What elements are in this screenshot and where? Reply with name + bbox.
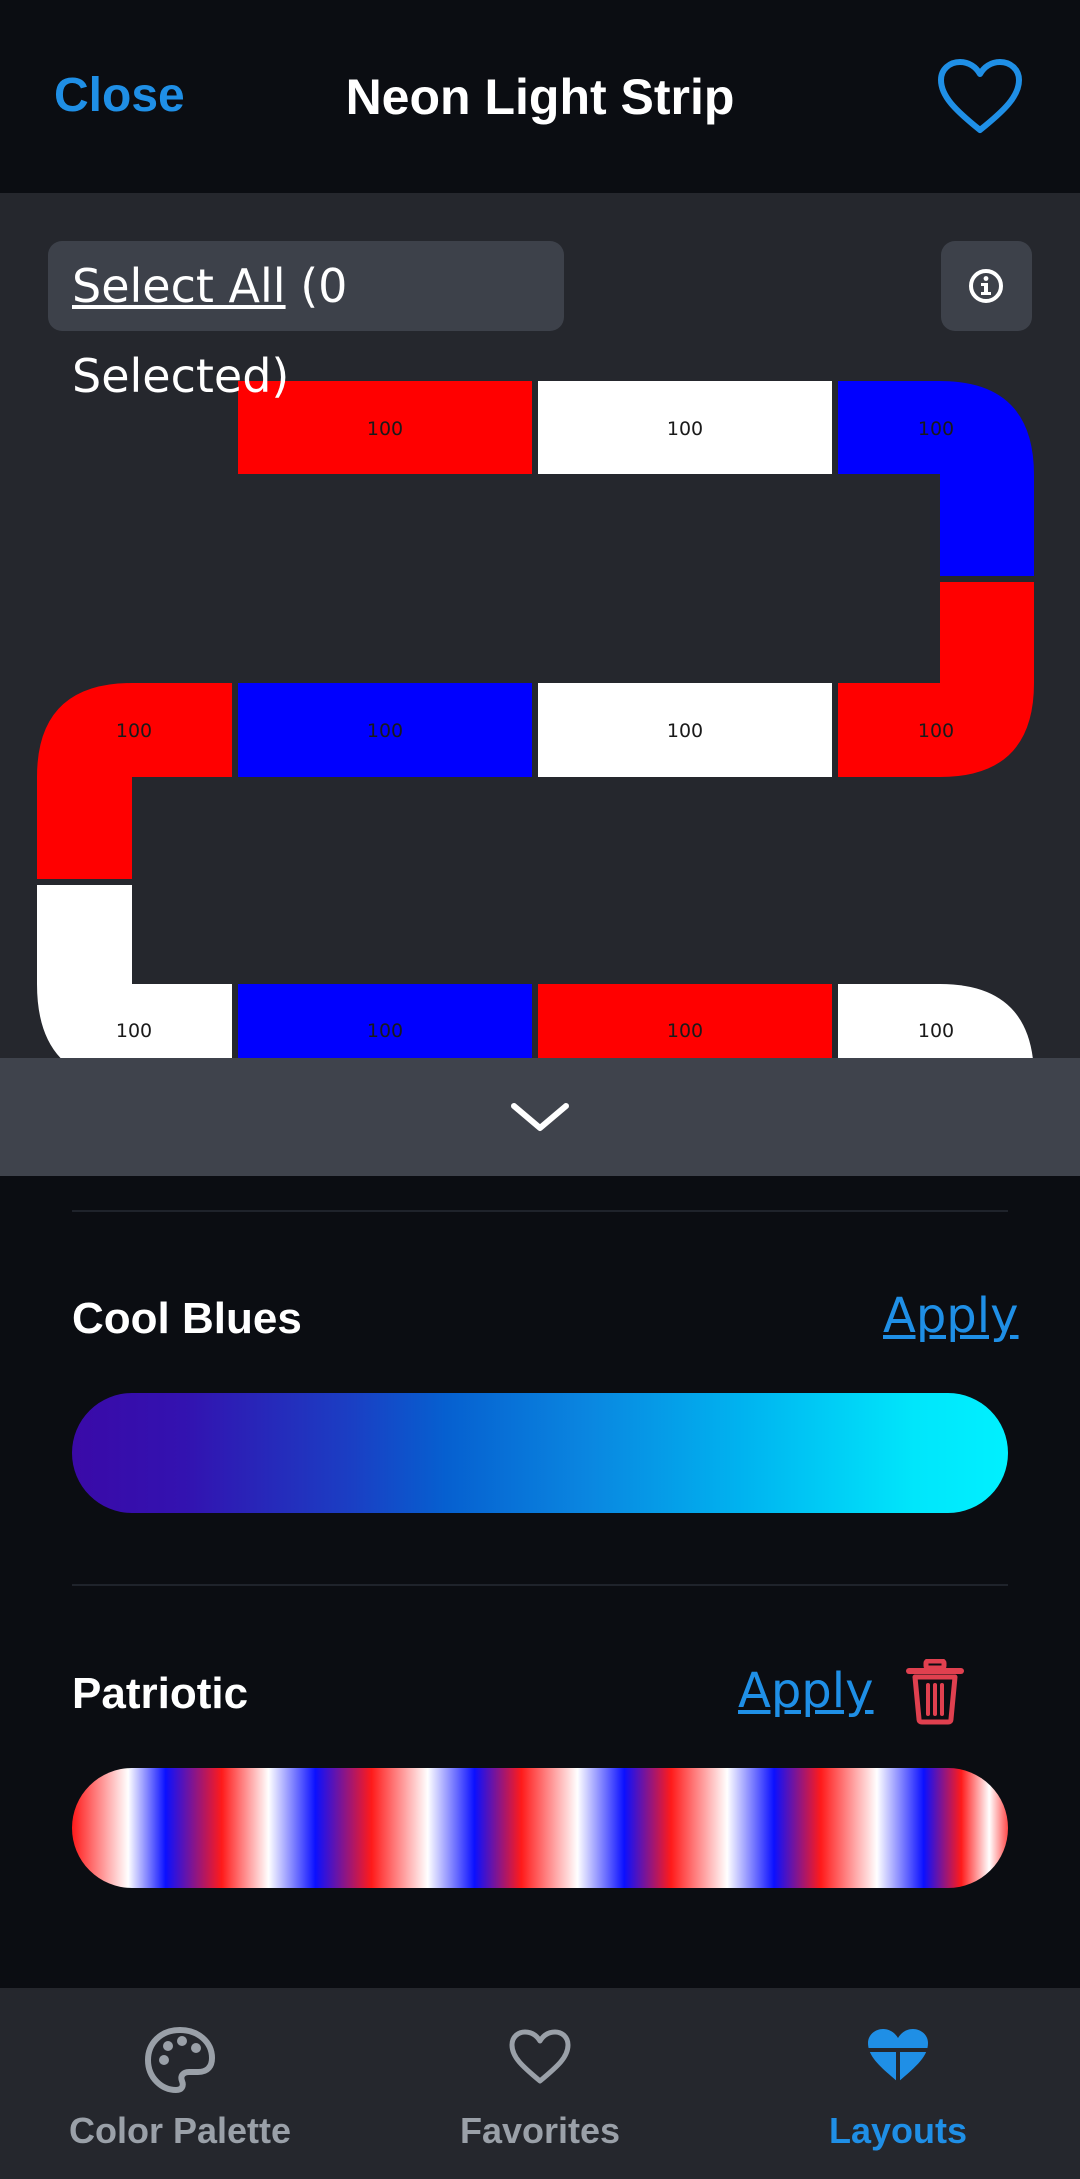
layouts-heart-icon: [868, 2029, 928, 2082]
palette-name: Patriotic: [72, 1669, 249, 1718]
palette-gradient[interactable]: [72, 1393, 1008, 1513]
segment-brightness-label: 100: [918, 720, 954, 742]
select-all-link[interactable]: Select All: [72, 259, 286, 313]
nav-layouts[interactable]: Layouts: [758, 1988, 1038, 2179]
layout-editor: 100 100 100 100 100 100 100 100 100 100 …: [0, 193, 1080, 1058]
divider: [72, 1584, 1008, 1586]
chevron-down-icon: [511, 1103, 569, 1131]
trash-icon[interactable]: [905, 1659, 965, 1725]
bottom-nav: Color Palette Favorites Layouts: [0, 1988, 1080, 2179]
page-title: Neon Light Strip: [345, 69, 735, 125]
nav-color-palette[interactable]: Color Palette: [40, 1988, 320, 2179]
nav-favorites[interactable]: Favorites: [400, 1988, 680, 2179]
nav-label: Color Palette: [68, 2110, 292, 2151]
strip-segment[interactable]: [838, 381, 1034, 576]
apply-palette-link[interactable]: Apply: [738, 1663, 874, 1719]
segment-brightness-label: 100: [367, 418, 403, 440]
segment-brightness-label: 100: [367, 720, 403, 742]
apply-palette-link[interactable]: Apply: [883, 1288, 1019, 1344]
palette-icon: [145, 2027, 215, 2093]
nav-label: Layouts: [828, 2110, 968, 2151]
info-icon: [969, 269, 1003, 303]
segment-brightness-label: 100: [667, 720, 703, 742]
strip-segment[interactable]: [838, 582, 1034, 777]
segment-brightness-label: 100: [116, 720, 152, 742]
saved-palettes-list: Cool Blues Apply Patriotic Apply: [0, 1176, 1080, 1988]
segment-brightness-label: 100: [667, 418, 703, 440]
collapse-editor-bar[interactable]: [0, 1058, 1080, 1176]
palette-gradient[interactable]: [72, 1768, 1008, 1888]
divider: [72, 1210, 1008, 1212]
segment-brightness-label: 100: [367, 1020, 403, 1042]
nav-label: Favorites: [459, 2110, 621, 2151]
heart-icon: [509, 2029, 571, 2084]
segment-brightness-label: 100: [918, 1020, 954, 1042]
top-bar: Close Neon Light Strip: [0, 0, 1080, 193]
segment-brightness-label: 100: [918, 418, 954, 440]
heart-outline-icon[interactable]: [937, 58, 1023, 136]
info-button[interactable]: [941, 241, 1032, 331]
segment-brightness-label: 100: [116, 1020, 152, 1042]
palette-name: Cool Blues: [72, 1294, 302, 1343]
segment-brightness-label: 100: [667, 1020, 703, 1042]
select-all-button[interactable]: Select All (0 Selected): [48, 241, 564, 403]
strip-segment[interactable]: [37, 683, 232, 879]
